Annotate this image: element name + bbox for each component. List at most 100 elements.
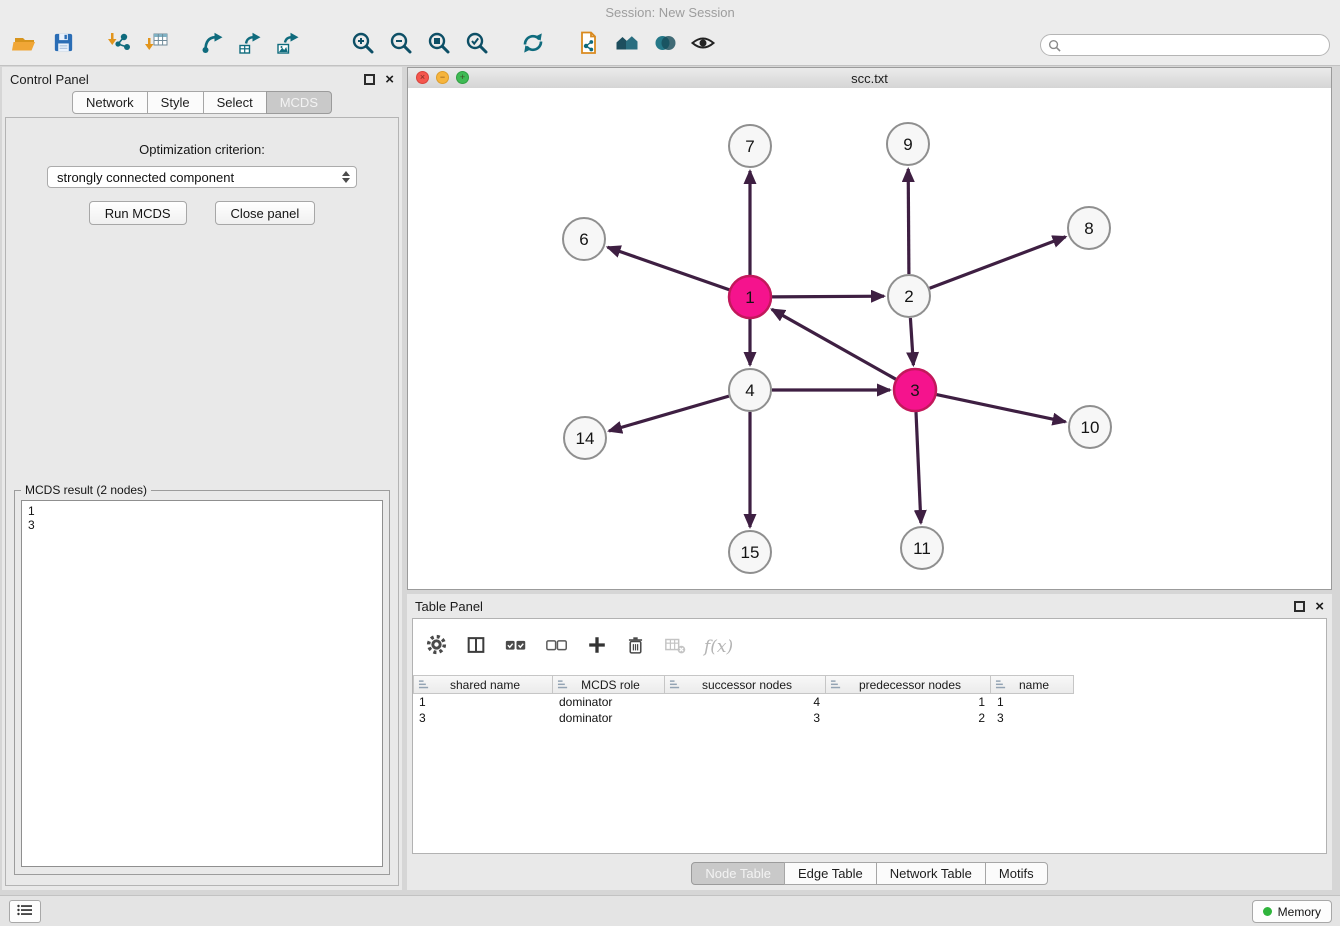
sort-icon bbox=[995, 679, 1007, 690]
column-header-label: predecessor nodes bbox=[844, 678, 988, 692]
function-builder-button[interactable]: f(x) bbox=[704, 637, 733, 657]
graph-edge-3-11[interactable] bbox=[916, 412, 921, 523]
graph-node-label: 4 bbox=[745, 381, 754, 400]
table-settings-button[interactable] bbox=[425, 633, 448, 661]
control-panel-float-button[interactable] bbox=[364, 74, 375, 85]
graph-edge-3-1[interactable] bbox=[772, 309, 896, 379]
deselect-all-button[interactable] bbox=[545, 635, 569, 660]
tab-network[interactable]: Network bbox=[72, 91, 148, 114]
tab-style[interactable]: Style bbox=[147, 91, 204, 114]
export-table-button[interactable] bbox=[232, 28, 270, 62]
style-diagram-button[interactable] bbox=[646, 28, 684, 62]
graph-edge-2-8[interactable] bbox=[930, 237, 1066, 288]
column-header-predecessor-nodes[interactable]: predecessor nodes bbox=[826, 675, 991, 694]
window-close-button[interactable]: × bbox=[416, 71, 429, 84]
window-zoom-button[interactable]: + bbox=[456, 71, 469, 84]
graph-edge-1-2[interactable] bbox=[772, 296, 884, 297]
graph-node-6[interactable]: 6 bbox=[563, 218, 605, 260]
deselect-all-icon bbox=[545, 642, 569, 659]
graph-node-label: 15 bbox=[741, 543, 760, 562]
close-panel-button[interactable]: Close panel bbox=[215, 201, 316, 225]
cell-name: 1 bbox=[991, 695, 1074, 709]
open-session-button[interactable] bbox=[6, 28, 44, 62]
export-network-icon bbox=[200, 30, 226, 61]
window-minimize-button[interactable]: − bbox=[436, 71, 449, 84]
tab-select[interactable]: Select bbox=[203, 91, 267, 114]
network-graph-svg[interactable]: 7 9 6 8 1 2 4 3 14 10 15 11 bbox=[408, 88, 1331, 589]
column-header-successor-nodes[interactable]: successor nodes bbox=[665, 675, 826, 694]
delete-table-button[interactable] bbox=[663, 634, 687, 661]
save-session-button[interactable] bbox=[44, 28, 82, 62]
graph-edge-2-9[interactable] bbox=[908, 169, 909, 274]
graph-node-label: 6 bbox=[579, 230, 588, 249]
tab-node-table[interactable]: Node Table bbox=[691, 862, 785, 885]
criterion-select-value: strongly connected component bbox=[57, 170, 234, 185]
graph-node-2[interactable]: 2 bbox=[888, 275, 930, 317]
graph-node-3[interactable]: 3 bbox=[894, 369, 936, 411]
search-input[interactable] bbox=[1066, 37, 1322, 53]
import-table-button[interactable] bbox=[138, 28, 176, 62]
tab-motifs[interactable]: Motifs bbox=[985, 862, 1048, 885]
document-network-button[interactable] bbox=[570, 28, 608, 62]
graph-node-15[interactable]: 15 bbox=[729, 531, 771, 573]
import-table-icon bbox=[144, 30, 170, 61]
criterion-select[interactable]: strongly connected component bbox=[47, 166, 357, 188]
graph-node-8[interactable]: 8 bbox=[1068, 207, 1110, 249]
control-panel-title: Control Panel bbox=[10, 72, 89, 87]
memory-label: Memory bbox=[1278, 905, 1321, 919]
table-panel-title: Table Panel bbox=[415, 599, 483, 614]
table-panel-float-button[interactable] bbox=[1294, 601, 1305, 612]
zoom-fit-button[interactable] bbox=[420, 28, 458, 62]
table-delete-icon bbox=[663, 643, 687, 660]
table-row[interactable]: 3dominator323 bbox=[413, 710, 1326, 726]
window-title: Session: New Session bbox=[605, 5, 734, 20]
graph-node-9[interactable]: 9 bbox=[887, 123, 929, 165]
network-canvas[interactable]: 7 9 6 8 1 2 4 3 14 10 15 11 bbox=[408, 88, 1331, 589]
zoom-out-button[interactable] bbox=[382, 28, 420, 62]
graph-edge-2-3[interactable] bbox=[910, 318, 913, 365]
import-network-icon bbox=[106, 30, 132, 61]
apply-layout-button[interactable] bbox=[514, 28, 552, 62]
graph-node-1[interactable]: 1 bbox=[729, 276, 771, 318]
graph-node-7[interactable]: 7 bbox=[729, 125, 771, 167]
select-all-button[interactable] bbox=[504, 635, 528, 660]
add-column-button[interactable] bbox=[586, 634, 608, 661]
export-network-button[interactable] bbox=[194, 28, 232, 62]
graph-node-14[interactable]: 14 bbox=[564, 417, 606, 459]
zoom-in-button[interactable] bbox=[344, 28, 382, 62]
select-all-icon bbox=[504, 642, 528, 659]
node-table: f(x) shared nameMCDS rolesuccessor nodes… bbox=[412, 618, 1327, 854]
graph-edge-1-6[interactable] bbox=[608, 247, 730, 290]
trash-icon bbox=[625, 643, 646, 660]
graph-node-11[interactable]: 11 bbox=[901, 527, 943, 569]
graph-node-4[interactable]: 4 bbox=[729, 369, 771, 411]
cell-shared-name: 1 bbox=[413, 695, 553, 709]
export-image-button[interactable] bbox=[270, 28, 308, 62]
tab-mcds[interactable]: MCDS bbox=[266, 91, 332, 114]
select-stepper-icon bbox=[342, 171, 352, 183]
run-mcds-button[interactable]: Run MCDS bbox=[89, 201, 187, 225]
delete-column-button[interactable] bbox=[625, 634, 646, 661]
website-button[interactable] bbox=[608, 28, 646, 62]
cell-successor-nodes: 4 bbox=[665, 695, 826, 709]
table-row[interactable]: 1dominator411 bbox=[413, 694, 1326, 710]
zoom-selected-button[interactable] bbox=[458, 28, 496, 62]
column-header-shared-name[interactable]: shared name bbox=[413, 675, 553, 694]
column-header-name[interactable]: name bbox=[991, 675, 1074, 694]
graph-node-10[interactable]: 10 bbox=[1069, 406, 1111, 448]
tab-edge-table[interactable]: Edge Table bbox=[784, 862, 877, 885]
toggle-visibility-button[interactable] bbox=[684, 28, 722, 62]
graph-node-label: 11 bbox=[913, 539, 931, 558]
optimization-criterion-label: Optimization criterion: bbox=[6, 142, 398, 157]
control-panel-close-button[interactable]: × bbox=[385, 74, 394, 85]
column-header-mcds-role[interactable]: MCDS role bbox=[553, 675, 665, 694]
memory-button[interactable]: Memory bbox=[1252, 900, 1332, 923]
tab-network-table[interactable]: Network Table bbox=[876, 862, 986, 885]
cell-name: 3 bbox=[991, 711, 1074, 725]
toggle-columns-button[interactable] bbox=[465, 634, 487, 661]
graph-edge-3-10[interactable] bbox=[937, 395, 1066, 422]
graph-edge-4-14[interactable] bbox=[609, 396, 729, 431]
table-panel-close-button[interactable]: × bbox=[1315, 601, 1324, 612]
task-history-button[interactable] bbox=[9, 900, 41, 923]
import-network-button[interactable] bbox=[100, 28, 138, 62]
